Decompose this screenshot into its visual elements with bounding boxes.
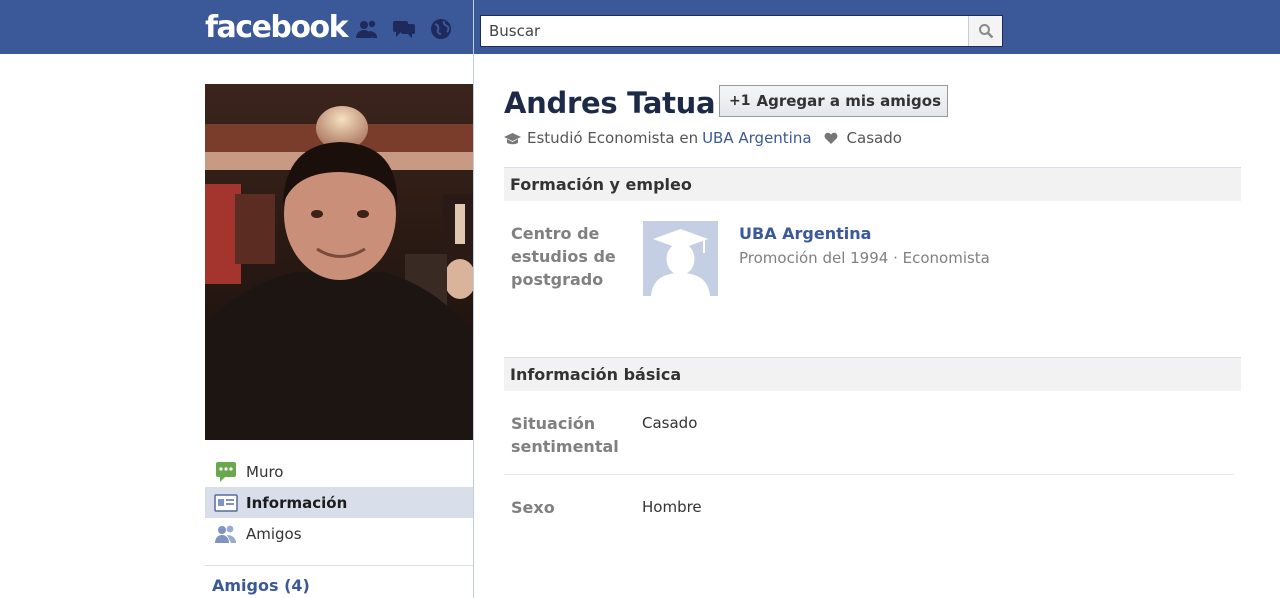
search-button[interactable]	[968, 16, 1002, 46]
nav-label: Amigos	[246, 524, 302, 543]
nav-divider	[205, 565, 473, 566]
info-card-icon	[214, 492, 238, 514]
add-friend-icon: +1	[729, 93, 751, 109]
nav-label: Información	[246, 493, 348, 512]
nav-label: Muro	[246, 462, 284, 481]
school-detail: Promoción del 1994 · Economista	[739, 249, 990, 267]
section-basic-info-header: Información básica	[504, 357, 1241, 391]
profile-name: Andres Tatua	[504, 86, 716, 120]
nav-item-info[interactable]: Información	[205, 487, 473, 518]
facebook-logo[interactable]: facebook	[205, 10, 349, 45]
column-divider	[473, 0, 474, 598]
add-friend-button[interactable]: +1 Agregar a mis amigos	[719, 85, 948, 117]
profile-summary: Estudió Economista en UBA Argentina Casa…	[504, 129, 902, 147]
graduation-cap-icon	[504, 131, 521, 145]
notifications-globe-icon[interactable]	[429, 18, 453, 40]
profile-photo[interactable]	[205, 84, 473, 440]
section-education-header: Formación y empleo	[504, 167, 1241, 201]
wall-icon	[214, 461, 238, 483]
studied-school-link[interactable]: UBA Argentina	[702, 129, 811, 147]
gender-value: Hombre	[642, 498, 702, 516]
relationship-label: Situación sentimental	[511, 414, 619, 456]
school-logo[interactable]	[643, 221, 718, 296]
top-bar: facebook	[0, 0, 1280, 54]
row-divider	[504, 474, 1234, 475]
school-placeholder-icon	[643, 221, 718, 296]
search-box	[480, 15, 1003, 47]
heart-icon	[824, 131, 841, 145]
search-input[interactable]	[481, 16, 969, 46]
friend-requests-icon[interactable]	[355, 18, 379, 40]
friends-count-link[interactable]: Amigos (4)	[212, 576, 310, 595]
add-friend-label: Agregar a mis amigos	[756, 92, 942, 110]
education-label: Centro de estudios de postgrado	[511, 224, 616, 289]
gender-label: Sexo	[511, 498, 555, 517]
studied-text: Estudió Economista en	[527, 129, 699, 147]
friends-icon	[214, 523, 238, 545]
messages-icon[interactable]	[392, 18, 416, 40]
school-name-link[interactable]: UBA Argentina	[739, 224, 871, 243]
search-icon	[978, 24, 993, 39]
relationship-value: Casado	[642, 414, 698, 432]
relationship-text: Casado	[846, 129, 902, 147]
profile-nav: Muro Información Amigos	[205, 456, 473, 549]
nav-item-friends[interactable]: Amigos	[205, 518, 473, 549]
nav-item-wall[interactable]: Muro	[205, 456, 473, 487]
